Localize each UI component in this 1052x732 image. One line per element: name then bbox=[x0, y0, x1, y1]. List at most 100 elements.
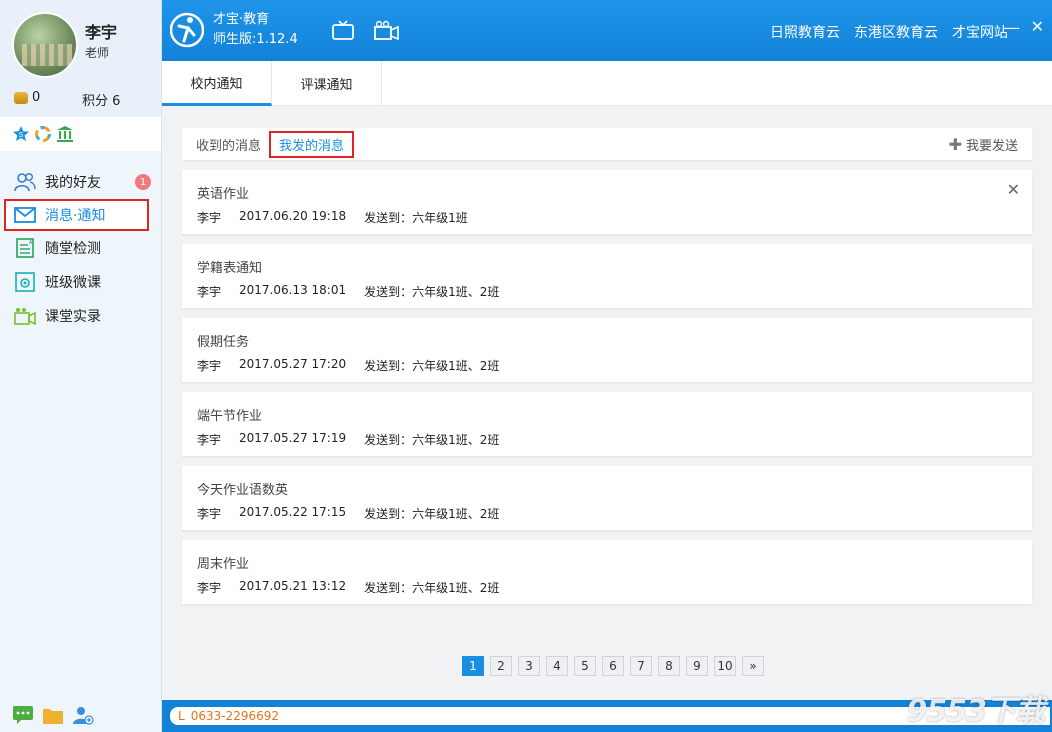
delete-message-icon[interactable]: ✕ bbox=[1007, 180, 1020, 199]
message-meta: 李宇 2017.05.22 17:15 发送到：六年级1班、2班 bbox=[197, 505, 499, 522]
message-recipients: 发送到：六年级1班、2班 bbox=[364, 359, 500, 373]
sidebar: 李宇 老师 0 积分 6 S 我的好友 1 消息·通知 A 随堂检测 班级微课 … bbox=[0, 0, 162, 732]
svg-text:S: S bbox=[19, 132, 24, 139]
page-button[interactable]: 3 bbox=[518, 656, 540, 676]
page-button[interactable]: 5 bbox=[574, 656, 596, 676]
sidebar-item-test[interactable]: A 随堂检测 bbox=[0, 231, 161, 265]
message-meta: 李宇 2017.05.21 13:12 发送到：六年级1班、2班 bbox=[197, 579, 499, 596]
message-author: 李宇 bbox=[197, 359, 222, 373]
app-version: 师生版:1.12.4 bbox=[213, 32, 298, 47]
message-card[interactable]: 假期任务 李宇 2017.05.27 17:20 发送到：六年级1班、2班 bbox=[182, 318, 1032, 382]
message-meta: 李宇 2017.06.20 19:18 发送到：六年级1班 bbox=[197, 209, 468, 226]
page-button[interactable]: 6 bbox=[602, 656, 624, 676]
status-footer: L 0633-2296692 9553下载 bbox=[162, 694, 1052, 732]
header-links: 日照教育云 东港区教育云 才宝网站 bbox=[770, 22, 1008, 42]
brand-block: 才宝·教育 师生版:1.12.4 bbox=[213, 10, 298, 50]
message-title: 学籍表通知 bbox=[197, 261, 263, 276]
bank-icon[interactable] bbox=[56, 125, 74, 143]
page-button[interactable]: 8 bbox=[658, 656, 680, 676]
tv-icon[interactable] bbox=[332, 20, 354, 44]
app-icon-bar: S bbox=[0, 117, 161, 151]
plus-icon: ✚ bbox=[948, 134, 962, 154]
friends-icon bbox=[14, 171, 36, 193]
page-button[interactable]: 1 bbox=[462, 656, 484, 676]
sidebar-item-label: 消息·通知 bbox=[45, 208, 106, 224]
app-header: 才宝·教育 师生版:1.12.4 日照教育云 东港区教育云 才宝网站 — ✕ bbox=[162, 0, 1052, 61]
coins-display: 0 bbox=[14, 90, 40, 105]
profile-panel: 李宇 老师 0 积分 6 bbox=[0, 0, 161, 117]
close-window-button[interactable]: ✕ bbox=[1031, 17, 1044, 36]
page-button[interactable]: 7 bbox=[630, 656, 652, 676]
folder-icon[interactable] bbox=[42, 705, 64, 729]
sidebar-item-microlesson[interactable]: 班级微课 bbox=[0, 265, 161, 299]
message-title: 英语作业 bbox=[197, 187, 250, 202]
page-button[interactable]: 10 bbox=[714, 656, 736, 676]
message-recipients: 发送到：六年级1班、2班 bbox=[364, 433, 500, 447]
notice-tabs: 校内通知 评课通知 bbox=[162, 61, 1052, 106]
pagination: 1 2 3 4 5 6 7 8 9 10 » bbox=[162, 656, 1052, 676]
video-camera-icon[interactable] bbox=[374, 20, 400, 44]
site-watermark: 9553下载 bbox=[906, 694, 1045, 729]
tab-school-notice[interactable]: 校内通知 bbox=[162, 61, 272, 106]
message-title: 端午节作业 bbox=[197, 409, 263, 424]
user-role: 老师 bbox=[85, 46, 110, 60]
message-recipients: 发送到：六年级1班、2班 bbox=[364, 581, 500, 595]
message-card[interactable]: 今天作业语数英 李宇 2017.05.22 17:15 发送到：六年级1班、2班 bbox=[182, 466, 1032, 530]
message-recipients: 发送到：六年级1班、2班 bbox=[364, 507, 500, 521]
add-contact-icon[interactable] bbox=[72, 705, 94, 729]
star-s-icon[interactable]: S bbox=[12, 125, 30, 143]
message-filter-bar: 收到的消息 我发的消息 ✚ 我要发送 bbox=[182, 128, 1032, 160]
message-author: 李宇 bbox=[197, 507, 222, 521]
link-donggang-cloud[interactable]: 东港区教育云 bbox=[854, 22, 938, 42]
test-icon: A bbox=[14, 237, 36, 259]
sidebar-item-label: 课堂实录 bbox=[45, 309, 101, 325]
page-button[interactable]: 4 bbox=[546, 656, 568, 676]
send-message-button[interactable]: ✚ 我要发送 bbox=[949, 135, 1018, 154]
main-content: 收到的消息 我发的消息 ✚ 我要发送 英语作业 李宇 2017.06.20 19… bbox=[162, 106, 1052, 700]
message-author: 李宇 bbox=[197, 433, 222, 447]
sidebar-item-messages[interactable]: 消息·通知 bbox=[4, 199, 149, 231]
score-display: 积分 6 bbox=[82, 94, 121, 109]
next-page-button[interactable]: » bbox=[742, 656, 764, 676]
sidebar-item-label: 我的好友 bbox=[45, 175, 101, 191]
message-card[interactable]: 端午节作业 李宇 2017.05.27 17:19 发送到：六年级1班、2班 bbox=[182, 392, 1032, 456]
tab-sent-messages[interactable]: 我发的消息 bbox=[269, 130, 355, 158]
link-rizhao-cloud[interactable]: 日照教育云 bbox=[770, 22, 840, 42]
tab-received-messages[interactable]: 收到的消息 bbox=[196, 135, 261, 154]
tab-review-notice[interactable]: 评课通知 bbox=[272, 61, 382, 106]
page-button[interactable]: 2 bbox=[490, 656, 512, 676]
sidebar-nav: 我的好友 1 消息·通知 A 随堂检测 班级微课 课堂实录 bbox=[0, 151, 161, 333]
page-button[interactable]: 9 bbox=[686, 656, 708, 676]
message-title: 周末作业 bbox=[197, 557, 250, 572]
message-card[interactable]: 英语作业 李宇 2017.06.20 19:18 发送到：六年级1班 ✕ bbox=[182, 170, 1032, 234]
sidebar-item-friends[interactable]: 我的好友 1 bbox=[0, 165, 161, 199]
avatar[interactable] bbox=[12, 12, 78, 78]
microlesson-icon bbox=[14, 271, 36, 293]
message-author: 李宇 bbox=[197, 211, 222, 225]
phone-icon: L bbox=[178, 709, 185, 723]
message-time: 2017.06.13 18:01 bbox=[239, 283, 347, 297]
unread-badge: 1 bbox=[135, 174, 151, 190]
message-time: 2017.06.20 19:18 bbox=[239, 209, 347, 223]
send-label: 我要发送 bbox=[965, 139, 1018, 154]
mail-icon bbox=[14, 204, 36, 226]
message-card[interactable]: 周末作业 李宇 2017.05.21 13:12 发送到：六年级1班、2班 bbox=[182, 540, 1032, 604]
sidebar-item-records[interactable]: 课堂实录 bbox=[0, 299, 161, 333]
chat-icon[interactable] bbox=[12, 705, 34, 729]
minimize-button[interactable]: — bbox=[1004, 18, 1020, 37]
message-meta: 李宇 2017.06.13 18:01 发送到：六年级1班、2班 bbox=[197, 283, 499, 300]
link-caibao-site[interactable]: 才宝网站 bbox=[952, 22, 1008, 42]
message-recipients: 发送到：六年级1班、2班 bbox=[364, 285, 500, 299]
hotline-number: 0633-2296692 bbox=[190, 709, 279, 723]
message-time: 2017.05.27 17:19 bbox=[239, 431, 347, 445]
user-name: 李宇 bbox=[85, 23, 118, 42]
video-record-icon bbox=[14, 305, 36, 327]
message-card[interactable]: 学籍表通知 李宇 2017.06.13 18:01 发送到：六年级1班、2班 bbox=[182, 244, 1032, 308]
message-time: 2017.05.27 17:20 bbox=[239, 357, 347, 371]
message-title: 今天作业语数英 bbox=[197, 483, 289, 498]
message-recipients: 发送到：六年级1班 bbox=[364, 211, 468, 225]
message-author: 李宇 bbox=[197, 285, 222, 299]
message-time: 2017.05.22 17:15 bbox=[239, 505, 347, 519]
circle-ring-icon[interactable] bbox=[34, 125, 52, 143]
caibao-logo bbox=[170, 12, 204, 48]
